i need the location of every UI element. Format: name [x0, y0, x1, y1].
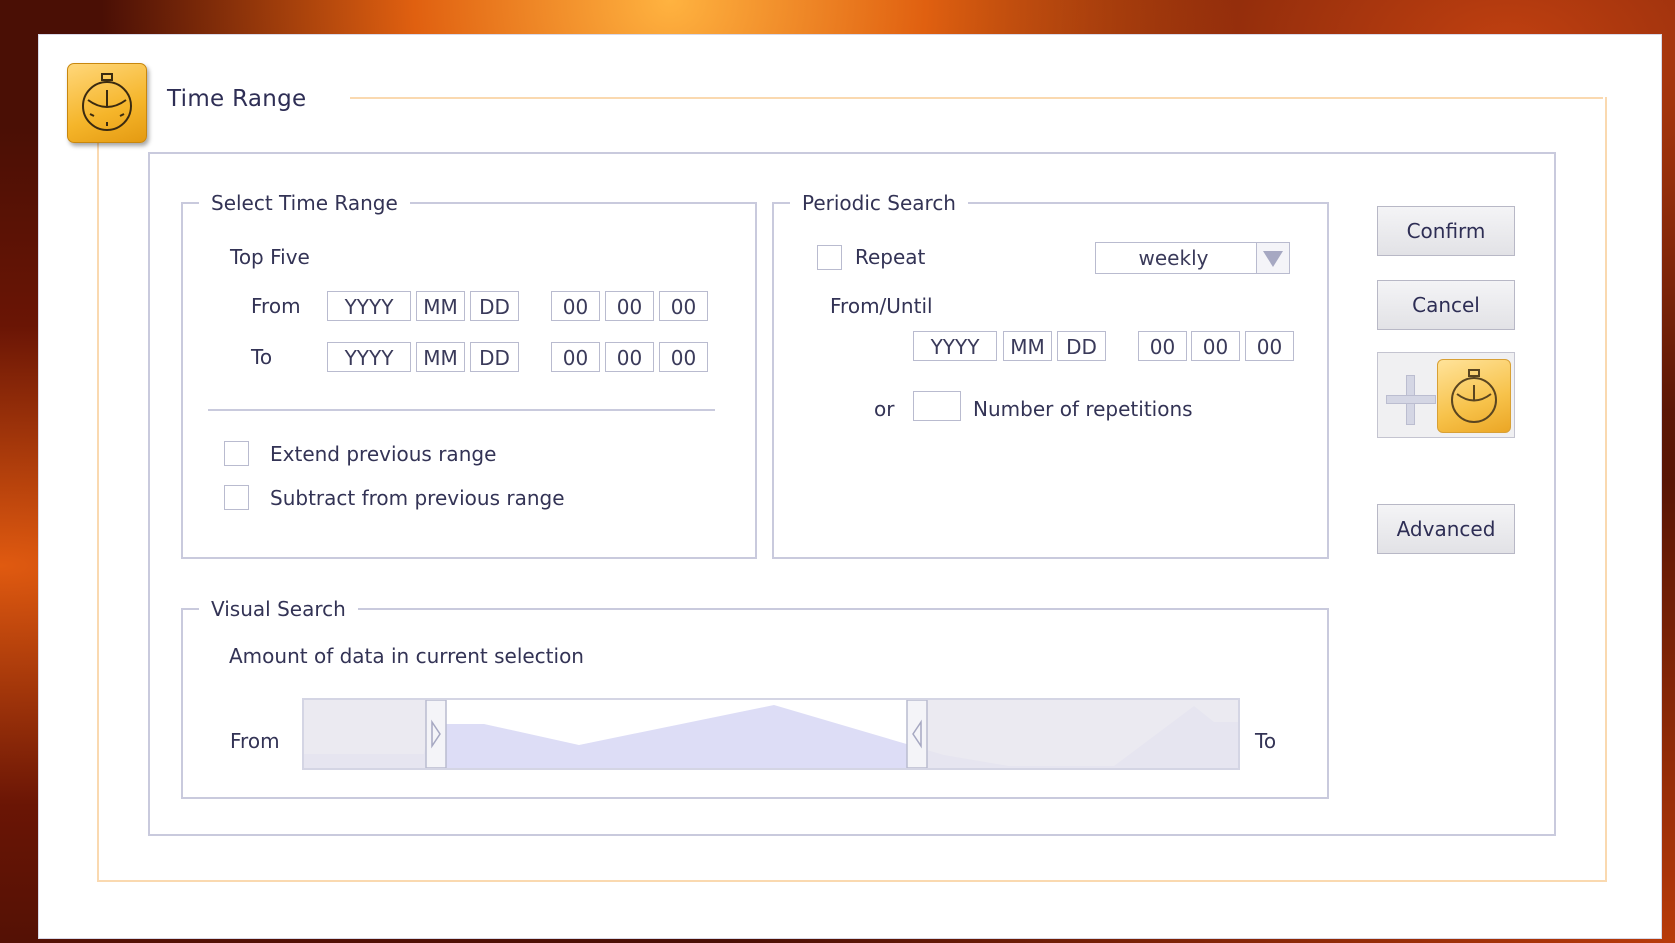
from-hour-field[interactable]: 00 — [551, 291, 600, 321]
plus-icon[interactable] — [1386, 375, 1436, 425]
data-range-slider[interactable] — [302, 698, 1240, 770]
add-clock-button[interactable] — [1377, 352, 1515, 438]
periodic-hour-field[interactable]: 00 — [1138, 331, 1187, 361]
top-five-label: Top Five — [230, 245, 310, 269]
to-month-field[interactable]: MM — [416, 342, 465, 372]
to-day-field[interactable]: DD — [470, 342, 519, 372]
repeat-label: Repeat — [855, 245, 926, 269]
periodic-second-field[interactable]: 00 — [1245, 331, 1294, 361]
frequency-value: weekly — [1138, 246, 1209, 270]
select-time-range-legend: Select Time Range — [211, 191, 398, 215]
or-label: or — [874, 397, 895, 421]
repeat-checkbox[interactable] — [817, 245, 842, 270]
from-day-field[interactable]: DD — [470, 291, 519, 321]
to-second-field[interactable]: 00 — [659, 342, 708, 372]
extend-previous-label: Extend previous range — [270, 442, 497, 466]
repetitions-label: Number of repetitions — [973, 397, 1193, 421]
from-until-label: From/Until — [830, 294, 933, 318]
periodic-year-field[interactable]: YYYY — [913, 331, 997, 361]
periodic-month-field[interactable]: MM — [1003, 331, 1052, 361]
to-hour-field[interactable]: 00 — [551, 342, 600, 372]
slider-right-handle[interactable] — [906, 699, 928, 769]
to-label: To — [251, 345, 273, 369]
slider-left-handle[interactable] — [425, 699, 447, 769]
extend-previous-checkbox[interactable] — [224, 441, 249, 466]
visual-search-legend: Visual Search — [211, 597, 346, 621]
visual-to-label: To — [1255, 729, 1277, 753]
periodic-day-field[interactable]: DD — [1057, 331, 1106, 361]
subtract-previous-checkbox[interactable] — [224, 485, 249, 510]
stopwatch-icon[interactable] — [1437, 359, 1511, 433]
subtract-previous-label: Subtract from previous range — [270, 486, 565, 510]
to-minute-field[interactable]: 00 — [605, 342, 654, 372]
slider-excluded-left — [304, 700, 426, 768]
confirm-button[interactable]: Confirm — [1377, 206, 1515, 256]
periodic-search-legend: Periodic Search — [802, 191, 956, 215]
advanced-button[interactable]: Advanced — [1377, 504, 1515, 554]
repetitions-field[interactable] — [913, 391, 961, 421]
range-separator — [208, 409, 715, 411]
from-year-field[interactable]: YYYY — [327, 291, 411, 321]
window-title: Time Range — [167, 86, 307, 112]
chevron-down-icon[interactable] — [1256, 243, 1289, 273]
slider-excluded-right — [927, 700, 1238, 768]
title-divider — [350, 97, 1603, 99]
frequency-dropdown[interactable]: weekly — [1095, 242, 1290, 274]
stopwatch-icon — [67, 63, 147, 143]
from-label: From — [251, 294, 301, 318]
from-minute-field[interactable]: 00 — [605, 291, 654, 321]
to-year-field[interactable]: YYYY — [327, 342, 411, 372]
visual-search-description: Amount of data in current selection — [229, 644, 584, 668]
data-volume-chart — [304, 699, 1238, 769]
cancel-button[interactable]: Cancel — [1377, 280, 1515, 330]
from-month-field[interactable]: MM — [416, 291, 465, 321]
from-second-field[interactable]: 00 — [659, 291, 708, 321]
periodic-minute-field[interactable]: 00 — [1191, 331, 1240, 361]
visual-from-label: From — [230, 729, 280, 753]
